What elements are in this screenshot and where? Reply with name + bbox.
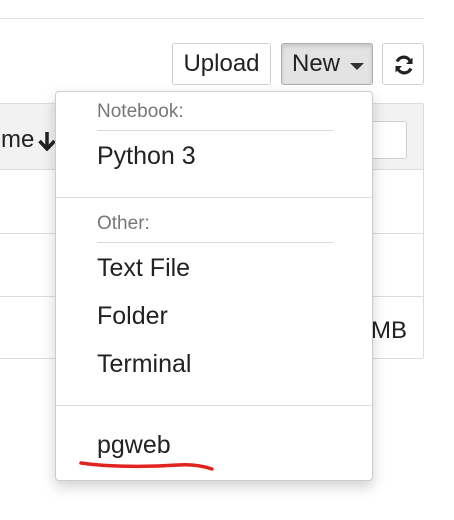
menu-item-terminal[interactable]: Terminal bbox=[97, 349, 191, 379]
new-button[interactable]: New bbox=[281, 43, 373, 85]
name-sort-button[interactable]: me bbox=[1, 126, 34, 154]
row-size-value: MB bbox=[373, 317, 407, 344]
menu-item-pgweb[interactable]: pgweb bbox=[97, 430, 171, 460]
other-section-header: Other: bbox=[97, 213, 150, 234]
new-button-label: New bbox=[292, 50, 341, 77]
menu-divider bbox=[56, 405, 372, 406]
other-header-rule bbox=[97, 242, 333, 243]
caret-down-icon bbox=[350, 63, 364, 70]
red-underline-annotation bbox=[79, 461, 214, 471]
menu-item-folder[interactable]: Folder bbox=[97, 301, 168, 331]
refresh-button[interactable] bbox=[382, 43, 424, 85]
menu-item-text-file[interactable]: Text File bbox=[97, 253, 190, 283]
notebook-header-rule bbox=[97, 130, 333, 131]
menu-divider bbox=[56, 197, 372, 198]
top-divider bbox=[0, 18, 424, 19]
upload-button[interactable]: Upload bbox=[172, 43, 271, 85]
arrow-down-icon bbox=[38, 132, 56, 151]
new-dropdown-menu: Notebook: Python 3 Other: Text File Fold… bbox=[55, 91, 373, 481]
refresh-icon bbox=[395, 55, 413, 75]
notebook-section-header: Notebook: bbox=[97, 101, 184, 122]
name-sort-label: me bbox=[1, 126, 35, 153]
menu-item-python-3[interactable]: Python 3 bbox=[97, 141, 196, 171]
